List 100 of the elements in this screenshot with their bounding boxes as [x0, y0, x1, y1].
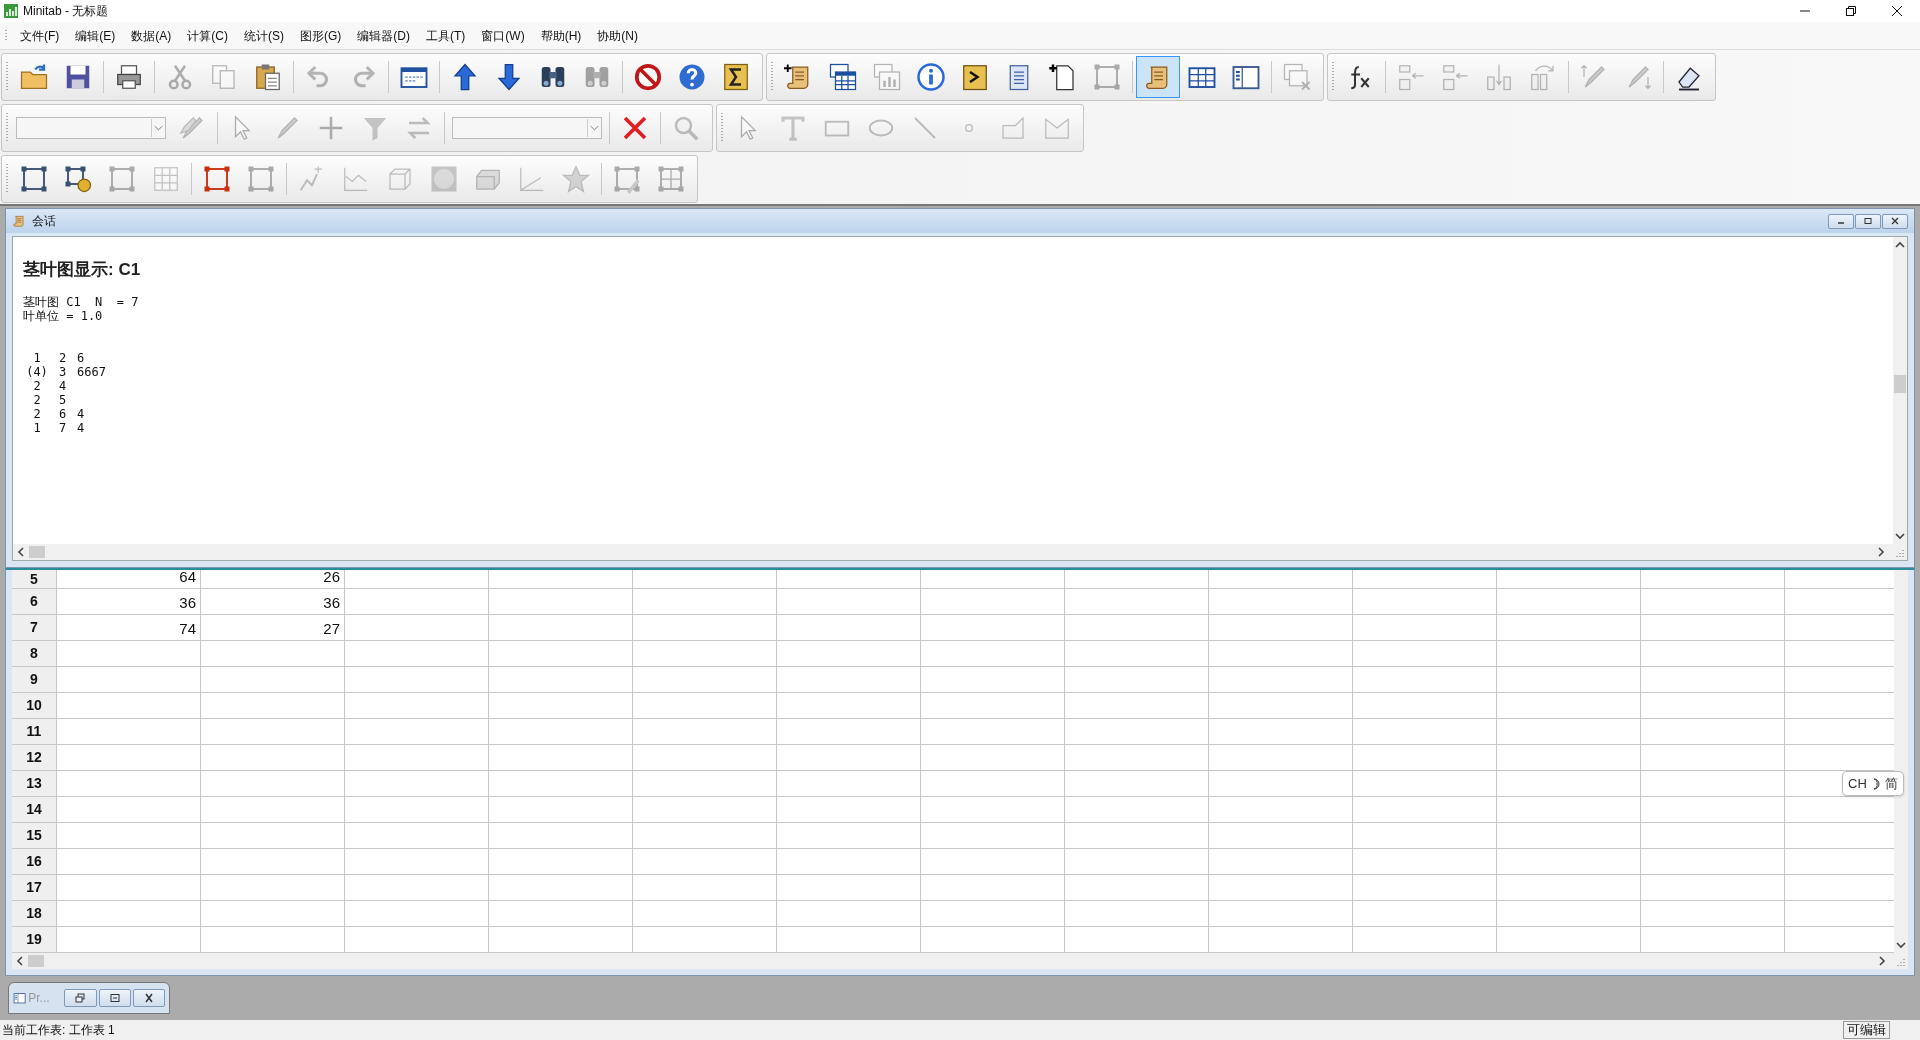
- table-cell[interactable]: [489, 797, 633, 823]
- table-cell[interactable]: [1209, 849, 1353, 875]
- table-cell[interactable]: [633, 667, 777, 693]
- table-cell[interactable]: [1497, 745, 1641, 771]
- table-cell[interactable]: [777, 745, 921, 771]
- horizontal-scrollbar[interactable]: [12, 953, 1908, 969]
- horizontal-scrollbar[interactable]: [13, 544, 1907, 560]
- table-cell[interactable]: [921, 589, 1065, 615]
- row-header[interactable]: 11: [12, 719, 57, 745]
- table-cell[interactable]: [633, 589, 777, 615]
- table-cell[interactable]: [1353, 849, 1497, 875]
- table-cell[interactable]: [57, 849, 201, 875]
- table-cell[interactable]: [1209, 667, 1353, 693]
- table-cell[interactable]: [489, 667, 633, 693]
- table-cell[interactable]: [921, 745, 1065, 771]
- table-cell[interactable]: [1353, 641, 1497, 667]
- row-header[interactable]: 10: [12, 693, 57, 719]
- table-cell[interactable]: [201, 849, 345, 875]
- table-cell[interactable]: [777, 641, 921, 667]
- table-cell[interactable]: [57, 693, 201, 719]
- table-cell[interactable]: [1353, 797, 1497, 823]
- table-cell[interactable]: [489, 589, 633, 615]
- row-header[interactable]: 17: [12, 875, 57, 901]
- table-cell[interactable]: [345, 849, 489, 875]
- table-cell[interactable]: [489, 771, 633, 797]
- table-cell[interactable]: [1497, 641, 1641, 667]
- table-cell[interactable]: [1641, 589, 1785, 615]
- table-cell[interactable]: [1641, 745, 1785, 771]
- table-cell[interactable]: [57, 667, 201, 693]
- table-cell[interactable]: [489, 875, 633, 901]
- table-cell[interactable]: [777, 667, 921, 693]
- table-cell[interactable]: [1641, 570, 1785, 589]
- table-cell[interactable]: [1065, 771, 1209, 797]
- table-cell[interactable]: [1353, 771, 1497, 797]
- table-cell[interactable]: [777, 875, 921, 901]
- table-cell[interactable]: [1353, 745, 1497, 771]
- table-cell[interactable]: [1353, 719, 1497, 745]
- table-cell[interactable]: [345, 719, 489, 745]
- table-cell[interactable]: [921, 901, 1065, 927]
- table-cell[interactable]: [1209, 641, 1353, 667]
- table-cell[interactable]: [57, 641, 201, 667]
- table-cell[interactable]: [1065, 570, 1209, 589]
- scroll-button[interactable]: [1136, 56, 1180, 98]
- table-cell[interactable]: [1497, 823, 1641, 849]
- table-cell[interactable]: [489, 641, 633, 667]
- table-cell[interactable]: [1209, 901, 1353, 927]
- table-cell[interactable]: [57, 875, 201, 901]
- table-cell[interactable]: [345, 615, 489, 641]
- table-cell[interactable]: [1497, 589, 1641, 615]
- table-cell[interactable]: [489, 693, 633, 719]
- table-cell[interactable]: [921, 797, 1065, 823]
- table-cell[interactable]: [57, 901, 201, 927]
- table-cell[interactable]: [489, 570, 633, 589]
- row-header[interactable]: 15: [12, 823, 57, 849]
- row-header[interactable]: 9: [12, 667, 57, 693]
- row-header[interactable]: 5: [12, 570, 57, 589]
- table-cell[interactable]: [777, 693, 921, 719]
- table-cell[interactable]: [57, 771, 201, 797]
- table-cell[interactable]: [489, 615, 633, 641]
- table-cell[interactable]: [633, 849, 777, 875]
- table-cell[interactable]: [1209, 797, 1353, 823]
- row-header[interactable]: 19: [12, 927, 57, 953]
- table-cell[interactable]: [1065, 745, 1209, 771]
- scroll-right-icon[interactable]: [1876, 955, 1888, 967]
- table-cell[interactable]: [57, 797, 201, 823]
- menu-item[interactable]: 文件(F): [12, 24, 68, 47]
- table-cell[interactable]: [1065, 849, 1209, 875]
- table-cell[interactable]: [1497, 693, 1641, 719]
- table-cell[interactable]: [1641, 875, 1785, 901]
- table-cell[interactable]: [489, 719, 633, 745]
- table-cell[interactable]: [1065, 823, 1209, 849]
- table-cell[interactable]: [633, 771, 777, 797]
- close-button[interactable]: [132, 989, 165, 1007]
- table-cell[interactable]: [1497, 667, 1641, 693]
- table-cell[interactable]: [201, 901, 345, 927]
- table-cell[interactable]: [1209, 823, 1353, 849]
- table-cell[interactable]: [921, 823, 1065, 849]
- table-cell[interactable]: [345, 823, 489, 849]
- table-cell[interactable]: [1497, 615, 1641, 641]
- table-cell[interactable]: [1065, 901, 1209, 927]
- table-cell[interactable]: [777, 849, 921, 875]
- table-cell[interactable]: [345, 641, 489, 667]
- table-cell[interactable]: [1065, 719, 1209, 745]
- row-header[interactable]: 8: [12, 641, 57, 667]
- table-cell[interactable]: [1641, 641, 1785, 667]
- table-cell[interactable]: [921, 771, 1065, 797]
- table-cell[interactable]: [489, 849, 633, 875]
- table-cell[interactable]: [1209, 693, 1353, 719]
- table-cell[interactable]: [777, 570, 921, 589]
- menu-item[interactable]: 统计(S): [236, 24, 292, 47]
- table-cell[interactable]: [1641, 849, 1785, 875]
- table-cell[interactable]: [1209, 719, 1353, 745]
- row-header[interactable]: 18: [12, 901, 57, 927]
- table-cell[interactable]: [921, 570, 1065, 589]
- vertical-scrollbar[interactable]: [1893, 237, 1907, 544]
- table-cell[interactable]: [57, 719, 201, 745]
- table-cell[interactable]: [1209, 615, 1353, 641]
- table-cell[interactable]: [921, 615, 1065, 641]
- table-cell[interactable]: [1353, 615, 1497, 641]
- scroll-down-icon[interactable]: [1894, 530, 1906, 542]
